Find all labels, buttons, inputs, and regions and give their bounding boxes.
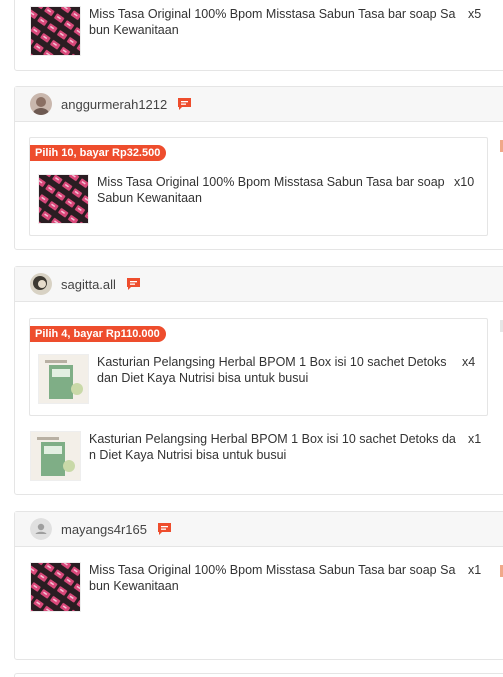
- chat-icon[interactable]: [126, 277, 141, 291]
- order-item[interactable]: Miss Tasa Original 100% Bpom Misstasa Sa…: [38, 174, 474, 224]
- avatar[interactable]: [30, 93, 52, 115]
- order-item[interactable]: Kasturian Pelangsing Herbal BPOM 1 Box i…: [30, 431, 481, 481]
- bundle-deal-group: Pilih 4, bayar Rp110.000 Kasturian Pelan…: [29, 318, 488, 416]
- chat-icon[interactable]: [157, 522, 172, 536]
- avatar[interactable]: [30, 273, 52, 295]
- product-quantity: x1: [468, 432, 482, 446]
- order-item[interactable]: Miss Tasa Original 100% Bpom Misstasa Sa…: [30, 562, 481, 612]
- buyer-header: sagitta.all: [15, 267, 503, 302]
- bundle-deal-badge: Pilih 10, bayar Rp32.500: [30, 145, 167, 161]
- product-quantity: x4: [462, 355, 476, 369]
- order-card: sagitta.all Pilih 4, bayar Rp110.000 Kas…: [14, 266, 503, 495]
- order-card: mayangs4r165 Miss Tasa Original 100% Bpo…: [14, 511, 503, 660]
- buyer-username[interactable]: sagitta.all: [61, 277, 116, 292]
- bundle-deal-badge: Pilih 4, bayar Rp110.000: [30, 326, 166, 342]
- order-card: [14, 673, 503, 677]
- product-thumbnail: [38, 174, 89, 224]
- order-item[interactable]: Kasturian Pelangsing Herbal BPOM 1 Box i…: [38, 354, 475, 404]
- product-name[interactable]: Miss Tasa Original 100% Bpom Misstasa Sa…: [97, 174, 448, 206]
- avatar[interactable]: [30, 518, 52, 540]
- product-name[interactable]: Kasturian Pelangsing Herbal BPOM 1 Box i…: [97, 354, 456, 386]
- product-thumbnail: [38, 354, 89, 404]
- product-thumbnail: [30, 431, 81, 481]
- product-quantity: x10: [454, 175, 475, 189]
- default-avatar-icon: [30, 518, 52, 540]
- product-name[interactable]: Miss Tasa Original 100% Bpom Misstasa Sa…: [89, 6, 462, 38]
- product-quantity: x1: [468, 563, 482, 577]
- user-photo-icon: [30, 273, 52, 295]
- product-thumbnail: [30, 6, 81, 56]
- buyer-header: mayangs4r165: [15, 512, 503, 547]
- product-thumbnail: [30, 562, 81, 612]
- buyer-username[interactable]: mayangs4r165: [61, 522, 147, 537]
- chat-icon[interactable]: [177, 97, 192, 111]
- product-name[interactable]: Miss Tasa Original 100% Bpom Misstasa Sa…: [89, 562, 462, 594]
- order-card: Miss Tasa Original 100% Bpom Misstasa Sa…: [14, 0, 503, 71]
- order-card: anggurmerah1212 Pilih 10, bayar Rp32.500…: [14, 86, 503, 250]
- product-quantity: x5: [468, 7, 482, 21]
- buyer-username[interactable]: anggurmerah1212: [61, 97, 167, 112]
- user-photo-icon: [30, 93, 52, 115]
- bundle-deal-group: Pilih 10, bayar Rp32.500 Miss Tasa Origi…: [29, 137, 488, 236]
- buyer-header: anggurmerah1212: [15, 87, 503, 122]
- product-name[interactable]: Kasturian Pelangsing Herbal BPOM 1 Box i…: [89, 431, 462, 463]
- order-item[interactable]: Miss Tasa Original 100% Bpom Misstasa Sa…: [30, 6, 481, 56]
